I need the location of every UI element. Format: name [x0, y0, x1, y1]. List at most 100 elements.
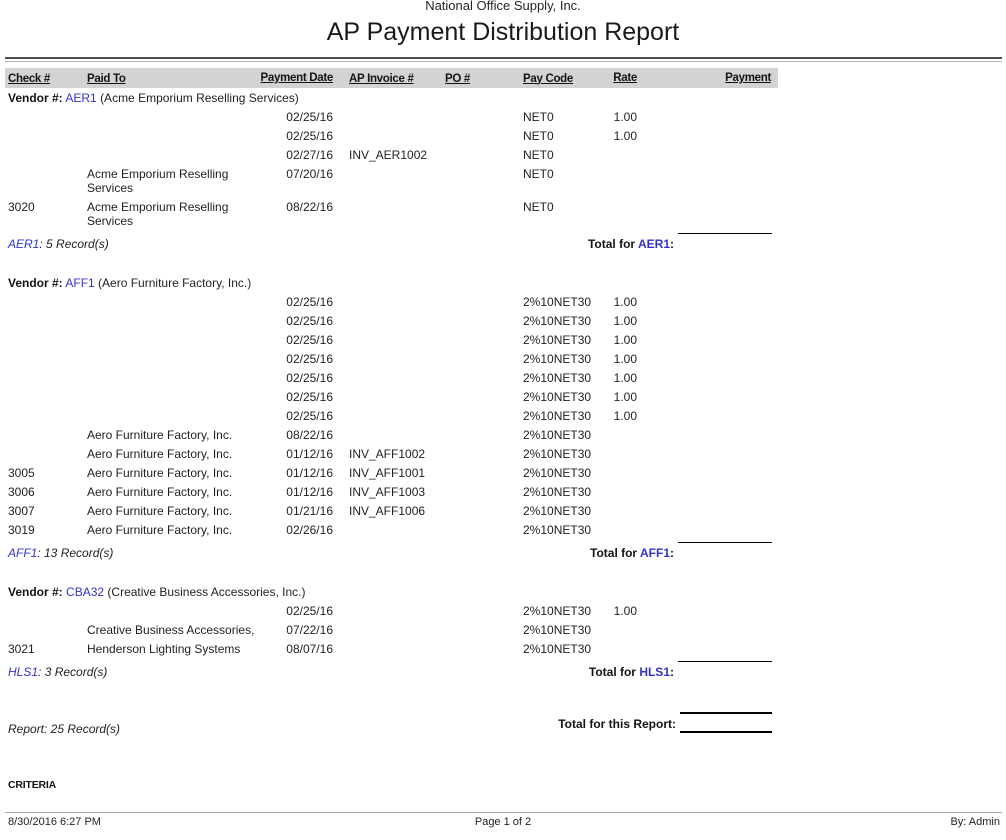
vendor-group: Vendor #: CBA32 (Creative Business Acces… — [5, 585, 778, 679]
page-indicator: Page 1 of 2 — [0, 816, 1006, 828]
group-footer: AER1: 5 Record(s)Total for AER1: — [5, 233, 778, 251]
vendor-id-link[interactable]: CBA32 — [66, 585, 104, 599]
cell-pay-code: 2%10NET30 — [523, 485, 585, 499]
footer-rule — [5, 812, 1002, 813]
group-footer: HLS1: 3 Record(s)Total for HLS1: — [5, 661, 778, 679]
cell-ap-invoice-number: INV_AFF1006 — [349, 504, 445, 518]
table-row: Aero Furniture Factory, Inc.01/12/16INV_… — [5, 447, 778, 461]
cell-payment-date: 01/21/16 — [268, 504, 333, 518]
cell-ap-invoice-number: INV_AER1002 — [349, 148, 445, 162]
vendor-total-label: Total for AFF1: — [590, 542, 674, 560]
cell-payment-date: 02/27/16 — [268, 148, 333, 162]
title-rule-light — [5, 61, 1002, 62]
report-total-label: Total for this Report: — [558, 717, 676, 731]
cell-pay-code: NET0 — [523, 167, 585, 181]
cell-pay-code: 2%10NET30 — [523, 642, 585, 656]
cell-pay-code: NET0 — [523, 110, 585, 124]
vendor-heading: Vendor #: AER1 (Acme Emporium Reselling … — [5, 91, 778, 105]
cell-check-number: 3021 — [5, 642, 87, 656]
report-total-amount-box — [680, 712, 772, 733]
cell-paid-to: Acme Emporium Reselling Services — [87, 200, 268, 228]
table-row: 3020Acme Emporium Reselling Services08/2… — [5, 200, 778, 228]
column-header-payment: Payment — [637, 71, 771, 85]
column-header-paid-to: Paid To — [87, 71, 268, 86]
table-row: 02/25/162%10NET301.00 — [5, 371, 778, 385]
vendor-id-link[interactable]: AER1 — [65, 91, 96, 105]
cell-paid-to: Acme Emporium Reselling Services — [87, 167, 268, 195]
vendor-id-link[interactable]: AER1 — [8, 237, 39, 251]
cell-pay-code: NET0 — [523, 148, 585, 162]
vendor-group: Vendor #: AER1 (Acme Emporium Reselling … — [5, 91, 778, 251]
cell-check-number: 3005 — [5, 466, 87, 480]
cell-pay-code: NET0 — [523, 200, 585, 214]
column-header-ap-invoice: AP Invoice # — [349, 71, 445, 86]
column-header-rate: Rate — [585, 71, 637, 85]
group-record-count: AER1: 5 Record(s) — [5, 233, 588, 251]
column-header-po-number: PO # — [445, 71, 523, 86]
title-rule-dark — [5, 57, 1002, 59]
cell-check-number: 3007 — [5, 504, 87, 518]
vendor-id-link[interactable]: HLS1 — [639, 665, 670, 679]
vendor-number-label: Vendor #: — [8, 91, 63, 105]
vendor-id-link[interactable]: AFF1 — [8, 546, 37, 560]
vendor-name: (Creative Business Accessories, Inc.) — [107, 585, 305, 599]
vendor-id-link[interactable]: AER1 — [638, 237, 670, 251]
cell-pay-code: NET0 — [523, 129, 585, 143]
cell-rate: 1.00 — [585, 314, 637, 328]
cell-pay-code: 2%10NET30 — [523, 409, 585, 423]
table-row: 3021Henderson Lighting Systems08/07/162%… — [5, 642, 778, 656]
cell-paid-to: Aero Furniture Factory, Inc. — [87, 447, 268, 461]
cell-pay-code: 2%10NET30 — [523, 447, 585, 461]
table-row: 02/25/16NET01.00 — [5, 129, 778, 143]
table-row: 02/25/162%10NET301.00 — [5, 604, 778, 618]
cell-rate: 1.00 — [585, 333, 637, 347]
record-count-text: : 5 Record(s) — [39, 237, 108, 251]
group-record-count: HLS1: 3 Record(s) — [5, 661, 589, 679]
cell-pay-code: 2%10NET30 — [523, 352, 585, 366]
page-title: AP Payment Distribution Report — [0, 18, 1006, 47]
cell-payment-date: 01/12/16 — [268, 466, 333, 480]
cell-ap-invoice-number: INV_AFF1002 — [349, 447, 445, 461]
cell-pay-code: 2%10NET30 — [523, 314, 585, 328]
cell-paid-to: Aero Furniture Factory, Inc. — [87, 428, 268, 442]
vendor-id-link[interactable]: AFF1 — [65, 276, 94, 290]
vendor-name: (Aero Furniture Factory, Inc.) — [98, 276, 251, 290]
record-count-text: : 13 Record(s) — [37, 546, 113, 560]
cell-rate: 1.00 — [585, 129, 637, 143]
table-row: 02/25/162%10NET301.00 — [5, 314, 778, 328]
vendor-id-link[interactable]: HLS1 — [8, 665, 38, 679]
cell-rate: 1.00 — [585, 409, 637, 423]
table-row: Acme Emporium Reselling Services07/20/16… — [5, 167, 778, 195]
vendor-id-link[interactable]: AFF1 — [640, 546, 670, 560]
cell-ap-invoice-number: INV_AFF1003 — [349, 485, 445, 499]
cell-paid-to: Aero Furniture Factory, Inc. — [87, 466, 268, 480]
vendor-group: Vendor #: AFF1 (Aero Furniture Factory, … — [5, 276, 778, 560]
vendor-number-label: Vendor #: — [8, 276, 63, 290]
cell-payment-date: 02/25/16 — [268, 390, 333, 404]
cell-check-number: 3006 — [5, 485, 87, 499]
cell-paid-to: Creative Business Accessories, — [87, 623, 268, 637]
cell-ap-invoice-number: INV_AFF1001 — [349, 466, 445, 480]
cell-check-number: 3019 — [5, 523, 87, 537]
table-row: 02/25/162%10NET301.00 — [5, 333, 778, 347]
cell-pay-code: 2%10NET30 — [523, 295, 585, 309]
cell-rate: 1.00 — [585, 110, 637, 124]
cell-rate: 1.00 — [585, 295, 637, 309]
report-author: By: Admin — [950, 816, 1000, 828]
table-row: 3005Aero Furniture Factory, Inc.01/12/16… — [5, 466, 778, 480]
table-row: 02/25/162%10NET301.00 — [5, 390, 778, 404]
cell-pay-code: 2%10NET30 — [523, 604, 585, 618]
table-row: 3007Aero Furniture Factory, Inc.01/21/16… — [5, 504, 778, 518]
table-row: 02/25/162%10NET301.00 — [5, 295, 778, 309]
table-row: 3019Aero Furniture Factory, Inc.02/26/16… — [5, 523, 778, 537]
cell-rate: 1.00 — [585, 604, 637, 618]
vendor-number-label: Vendor #: — [8, 585, 63, 599]
table-row: 02/25/16NET01.00 — [5, 110, 778, 124]
report-page: National Office Supply, Inc. AP Payment … — [0, 0, 1006, 840]
cell-pay-code: 2%10NET30 — [523, 466, 585, 480]
cell-pay-code: 2%10NET30 — [523, 623, 585, 637]
cell-payment-date: 02/25/16 — [268, 352, 333, 366]
table-row: 02/25/162%10NET301.00 — [5, 409, 778, 423]
vendor-total-label: Total for AER1: — [588, 233, 674, 251]
cell-paid-to: Aero Furniture Factory, Inc. — [87, 504, 268, 518]
